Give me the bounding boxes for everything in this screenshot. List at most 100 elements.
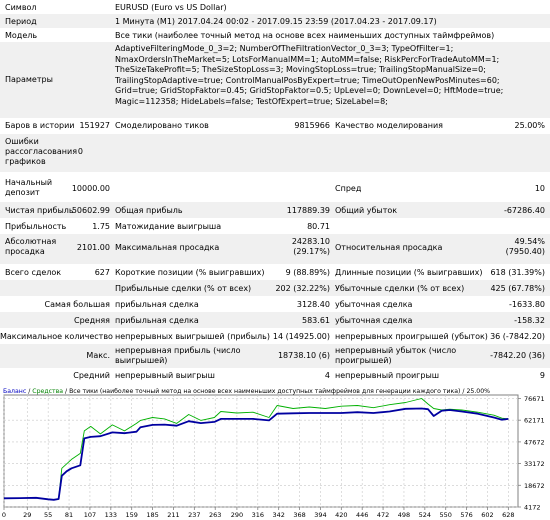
y-tick-label: 76671 bbox=[524, 395, 545, 403]
x-tick-label: 29 bbox=[23, 511, 31, 519]
errors-value: 0 bbox=[77, 147, 83, 156]
avg-cons-wins-label: непрерывный выигрыш bbox=[115, 371, 215, 380]
x-tick-label: 550 bbox=[440, 511, 452, 519]
max-label: Макс. bbox=[86, 351, 110, 360]
params-value: AdaptiveFilteringMode_0_3=2; NumberOfThe… bbox=[115, 44, 504, 106]
x-tick-label: 524 bbox=[419, 511, 431, 519]
period-value: 1 Минута (M1) 2017.04.24 00:02 - 2017.09… bbox=[115, 17, 437, 26]
avg-cons-wins-value: 4 bbox=[324, 371, 330, 380]
pf-value: 1.75 bbox=[92, 222, 110, 231]
quality-value: 25.00% bbox=[514, 121, 545, 130]
x-tick-label: 420 bbox=[335, 511, 347, 519]
balance-chart: Баланс / Средства / Все тики (наиболее т… bbox=[0, 383, 550, 520]
profit-trades-value: 202 (32.22%) bbox=[275, 284, 330, 293]
x-tick-label: 0 bbox=[2, 511, 6, 519]
model-label: Модель bbox=[5, 31, 38, 40]
y-tick-label: 33172 bbox=[524, 460, 545, 468]
x-tick-label: 55 bbox=[44, 511, 52, 519]
ticks-value: 9815966 bbox=[294, 121, 330, 130]
x-tick-label: 446 bbox=[356, 511, 368, 519]
short-value: 9 (88.89%) bbox=[285, 268, 330, 277]
short-label: Короткие позиции (% выигравших) bbox=[115, 268, 265, 277]
cons-wins-label: непрерывных выигрышей (прибыль) bbox=[115, 332, 270, 341]
x-tick-label: 211 bbox=[167, 511, 179, 519]
expected-label: Матожидание выигрыша bbox=[115, 222, 222, 231]
average-loss-label: убыточная сделка bbox=[335, 316, 413, 325]
bars-value: 151927 bbox=[79, 121, 110, 130]
x-tick-label: 394 bbox=[314, 511, 326, 519]
long-label: Длинные позиции (% выигравших) bbox=[335, 268, 483, 277]
chart-svg: 76671 62171 47672 33172 18672 4172 0 29 55 81 107 1… bbox=[2, 394, 545, 519]
cons-losses-value: 36 (-7842.20) bbox=[490, 332, 545, 341]
symbol-label: Символ bbox=[5, 3, 37, 12]
y-tick-label: 47672 bbox=[524, 438, 545, 446]
average-loss-value: -158.32 bbox=[514, 316, 545, 325]
max-dd-value: 24283.10 (29.17%) bbox=[291, 237, 330, 256]
symbol-value: EURUSD (Euro vs US Dollar) bbox=[115, 3, 227, 12]
x-tick-label: 159 bbox=[125, 511, 137, 519]
spread-value: 10 bbox=[534, 184, 545, 193]
long-value: 618 (31.39%) bbox=[490, 268, 545, 277]
x-tick-label: 263 bbox=[209, 511, 221, 519]
rel-dd-value: 49.54% (7950.40) bbox=[505, 237, 545, 256]
deposit-label: Начальный депозит bbox=[5, 178, 53, 197]
gross-profit-value: 117889.39 bbox=[286, 206, 330, 215]
y-tick-label: 4172 bbox=[524, 504, 541, 512]
largest-loss-value: -1633.80 bbox=[509, 300, 545, 309]
avg-cons-losses-label: непрерывный проигрыш bbox=[335, 371, 440, 380]
cons-wins-value: 14 (14925.00) bbox=[272, 332, 330, 341]
total-value: 627 bbox=[94, 268, 110, 277]
max-dd-label: Максимальная просадка bbox=[115, 243, 220, 252]
pf-label: Прибыльность bbox=[5, 222, 67, 231]
x-tick-label: 576 bbox=[460, 511, 472, 519]
largest-loss-label: убыточная сделка bbox=[335, 300, 413, 309]
x-tick-label: 368 bbox=[293, 511, 305, 519]
net-value: 50602.99 bbox=[71, 206, 110, 215]
abs-dd-label: Абсолютная просадка bbox=[5, 237, 57, 256]
params-label: Параметры bbox=[5, 75, 53, 84]
total-label: Всего сделок bbox=[5, 268, 62, 277]
avg-cons-losses-value: 9 bbox=[539, 371, 545, 380]
abs-dd-value: 2101.00 bbox=[76, 243, 110, 252]
x-tick-label: 472 bbox=[377, 511, 389, 519]
maxcount-label: Максимальное количество bbox=[0, 332, 113, 341]
deposit-value: 10000.00 bbox=[71, 184, 110, 193]
cons-loss-value: -7842.20 (36) bbox=[490, 351, 545, 360]
symbol-row bbox=[0, 0, 550, 14]
gross-profit-label: Общая прибыль bbox=[115, 206, 183, 215]
average-label: Средняя bbox=[74, 316, 110, 325]
cons-profit-value: 18738.10 (6) bbox=[277, 351, 330, 360]
period-label: Период bbox=[5, 17, 37, 26]
loss-trades-value: 425 (67.78%) bbox=[490, 284, 545, 293]
average-profit-value: 583.61 bbox=[302, 316, 330, 325]
ticks-label: Смоделировано тиков bbox=[115, 121, 209, 130]
quality-label: Качество моделирования bbox=[335, 121, 443, 130]
x-tick-label: 237 bbox=[188, 511, 200, 519]
cons-loss-label: непрерывный убыток (число проигрышей) bbox=[335, 346, 457, 365]
expected-value: 80.71 bbox=[307, 222, 330, 231]
x-tick-label: 602 bbox=[481, 511, 493, 519]
model-value: Все тики (наиболее точный метод на основ… bbox=[115, 31, 495, 40]
average-profit-label: прибыльная сделка bbox=[115, 316, 199, 325]
cons-profit-label: непрерывная прибыль (число выигрышей) bbox=[115, 346, 241, 365]
x-tick-label: 628 bbox=[502, 511, 514, 519]
x-tick-label: 81 bbox=[65, 511, 73, 519]
x-tick-label: 498 bbox=[398, 511, 410, 519]
largest-profit-label: прибыльная сделка bbox=[115, 300, 199, 309]
rel-dd-label: Относительная просадка bbox=[335, 243, 443, 252]
spread-label: Спред bbox=[335, 184, 362, 193]
largest-profit-value: 3128.40 bbox=[296, 300, 330, 309]
y-tick-label: 62171 bbox=[524, 417, 545, 425]
avg-cons-label: Средний bbox=[73, 371, 110, 380]
profit-trades-label: Прибыльные сделки (% от всех) bbox=[115, 284, 252, 293]
gross-loss-label: Общий убыток bbox=[335, 206, 398, 215]
largest-label: Самая большая bbox=[44, 300, 110, 309]
x-tick-label: 316 bbox=[252, 511, 264, 519]
x-tick-label: 185 bbox=[146, 511, 158, 519]
x-tick-label: 290 bbox=[231, 511, 243, 519]
y-tick-label: 18672 bbox=[524, 482, 545, 490]
gross-loss-value: -67286.40 bbox=[503, 206, 545, 215]
x-tick-label: 107 bbox=[84, 511, 96, 519]
cons-losses-label: непрерывных проигрышей (убыток) bbox=[335, 332, 488, 341]
x-tick-label: 342 bbox=[272, 511, 284, 519]
